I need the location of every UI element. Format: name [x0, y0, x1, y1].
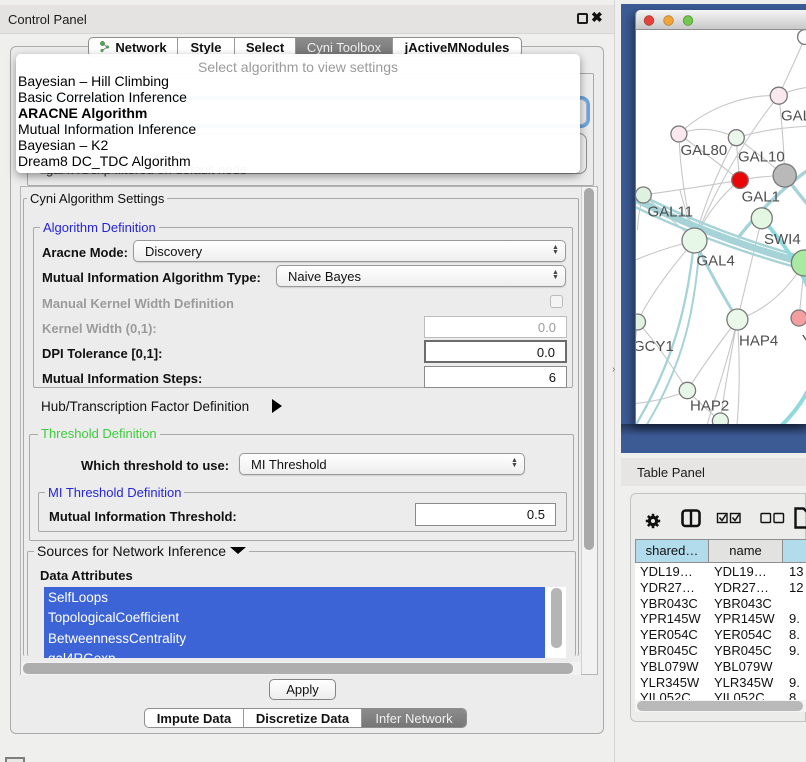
- svg-text:GCY1: GCY1: [636, 338, 674, 355]
- svg-text:GAL4: GAL4: [697, 253, 735, 270]
- svg-text:GAL11: GAL11: [648, 204, 694, 221]
- svg-text:GAL10: GAL10: [738, 149, 785, 166]
- svg-text:HAP4: HAP4: [739, 333, 778, 350]
- svg-text:GAL80: GAL80: [681, 142, 728, 159]
- svg-text:Y: Y: [802, 332, 806, 349]
- svg-text:SWI4: SWI4: [764, 231, 801, 248]
- svg-text:GAL7: GAL7: [781, 108, 806, 125]
- svg-text:GAL1: GAL1: [742, 189, 780, 206]
- svg-text:HAP2: HAP2: [690, 398, 729, 415]
